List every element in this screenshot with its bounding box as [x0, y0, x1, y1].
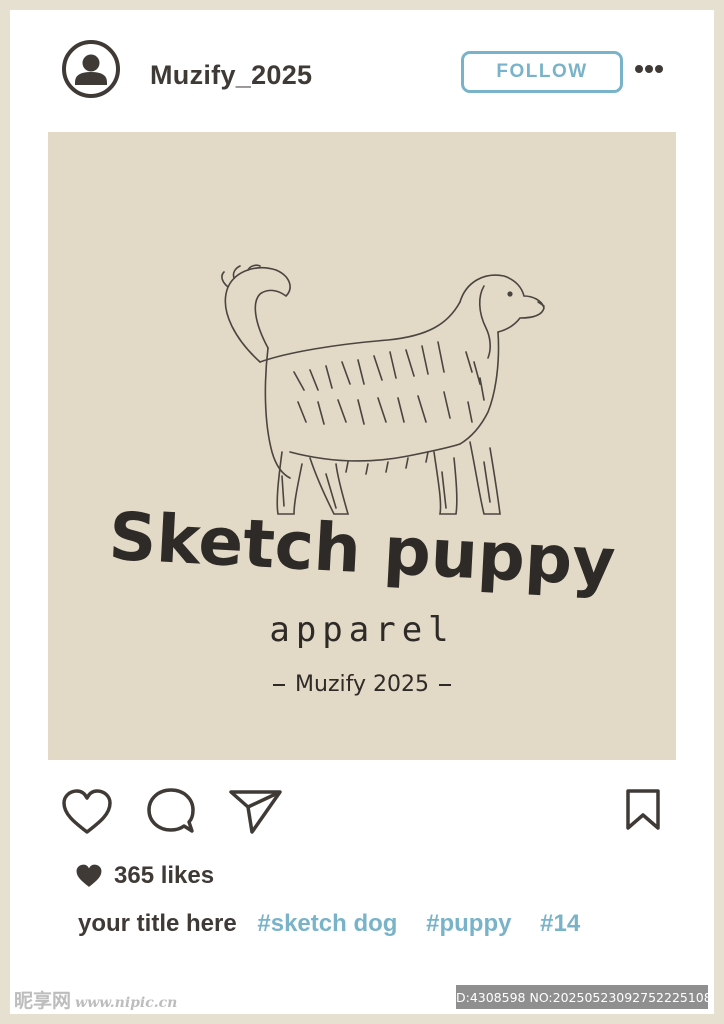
dash-right	[438, 684, 451, 686]
heart-icon[interactable]	[60, 788, 114, 836]
dash-left	[273, 684, 286, 686]
hashtag[interactable]: #14	[540, 910, 580, 937]
logo-subtitle: apparel	[269, 610, 455, 650]
hashtag[interactable]: #sketch dog	[257, 910, 397, 937]
hashtag[interactable]: #puppy	[426, 910, 511, 937]
likes-row: 365 likes	[74, 862, 214, 890]
heart-filled-icon	[76, 864, 102, 887]
watermark-url: www.nipic.cn	[75, 995, 178, 1011]
username[interactable]: Muzify_2025	[150, 60, 312, 91]
bookmark-icon[interactable]	[624, 788, 662, 832]
likes-count[interactable]: 365 likes	[114, 862, 214, 890]
logo-title-text: Sketch puppy	[107, 498, 617, 601]
watermark-site-name: 昵享网	[14, 990, 72, 1012]
watermark-site: 昵享网 www.nipic.cn	[14, 986, 177, 1013]
follow-button[interactable]: FOLLOW	[461, 51, 623, 93]
caption-title: your title here	[78, 910, 237, 937]
golden-retriever-sketch	[221, 264, 545, 515]
user-avatar-icon	[75, 54, 107, 85]
comment-icon[interactable]	[146, 786, 196, 836]
more-dots-icon[interactable]	[634, 63, 664, 75]
post-card: Muzify_2025 FOLLOW Sketch puppy apparel …	[10, 10, 714, 1014]
watermark-id: ID:4308598 NO:20250523092752225108	[452, 985, 712, 1009]
logo-brand: Muzify 2025	[48, 672, 676, 697]
avatar[interactable]	[62, 40, 120, 98]
send-icon[interactable]	[228, 788, 284, 836]
post-image[interactable]: Sketch puppy apparel Muzify 2025	[48, 132, 676, 760]
logo-title: Sketch puppy	[107, 498, 617, 601]
caption: your title here #sketch dog #puppy #14	[78, 910, 602, 938]
logo-brand-text: Muzify 2025	[295, 672, 429, 697]
